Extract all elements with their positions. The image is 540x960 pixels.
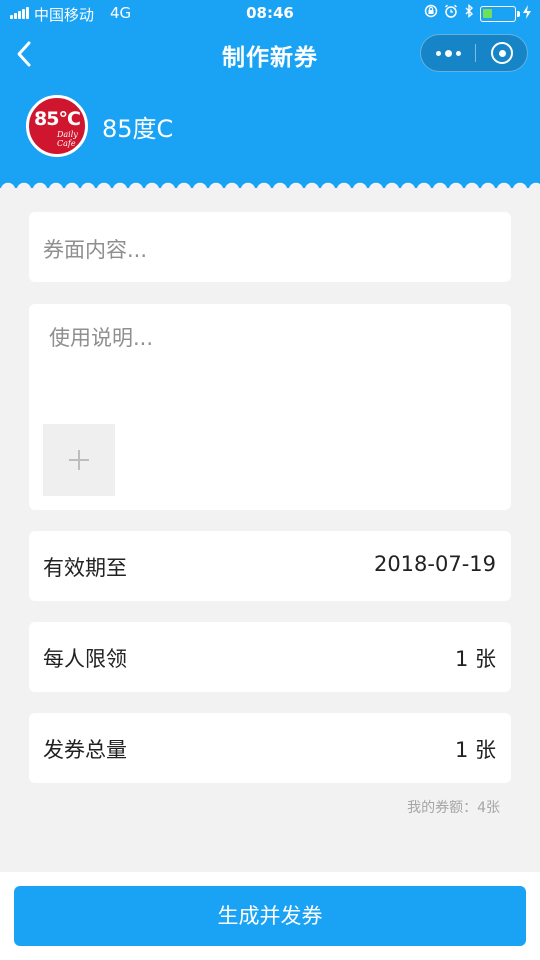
total-quantity-label: 发券总量 <box>43 738 127 762</box>
expiry-date-label: 有效期至 <box>43 556 127 580</box>
nav-bar: 制作新券 <box>0 28 540 80</box>
total-quantity-row[interactable]: 发券总量 1 张 <box>29 713 511 783</box>
per-person-limit-label: 每人限领 <box>43 647 127 671</box>
mini-program-capsule <box>420 34 528 72</box>
orientation-lock-icon <box>424 4 438 25</box>
quota-text: 我的券额：4张 <box>407 800 500 816</box>
charging-icon <box>522 5 532 23</box>
scalloped-edge <box>0 176 540 190</box>
close-button[interactable] <box>476 35 528 71</box>
more-button[interactable] <box>421 35 475 71</box>
footer-bar: 生成并发券 <box>0 872 540 960</box>
per-person-limit-value: 1 张 <box>454 647 496 671</box>
per-person-limit-row[interactable]: 每人限领 1 张 <box>29 622 511 692</box>
status-icons <box>424 3 532 25</box>
coupon-content-placeholder: 券面内容... <box>43 238 148 262</box>
brand-logo: 85°C Daily Cafe <box>26 95 88 157</box>
logo-subtext-line2: Cafe <box>57 139 76 148</box>
logo-subtext: Daily Cafe <box>57 130 78 148</box>
alarm-icon <box>444 4 458 25</box>
coupon-content-input[interactable]: 券面内容... <box>29 212 511 282</box>
status-bar: 中国移动 4G 08:46 <box>0 0 540 28</box>
bluetooth-icon <box>464 3 474 25</box>
header: 中国移动 4G 08:46 制作新券 85°C Daily Cafe 85度C <box>0 0 540 188</box>
usage-placeholder: 使用说明... <box>49 326 154 350</box>
expiry-date-value: 2018-07-19 <box>373 552 496 576</box>
logo-text: 85°C <box>34 108 81 130</box>
brand-info: 85°C Daily Cafe 85度C <box>26 94 173 158</box>
battery-icon <box>480 6 520 22</box>
usage-description-input[interactable]: 使用说明... <box>29 304 511 510</box>
brand-name: 85度C <box>102 114 174 143</box>
generate-and-issue-button[interactable]: 生成并发券 <box>14 886 526 946</box>
total-quantity-value: 1 张 <box>454 738 496 762</box>
logo-subtext-line1: Daily <box>57 130 78 139</box>
expiry-date-row[interactable]: 有效期至 2018-07-19 <box>29 531 511 601</box>
add-image-button[interactable] <box>43 424 115 496</box>
